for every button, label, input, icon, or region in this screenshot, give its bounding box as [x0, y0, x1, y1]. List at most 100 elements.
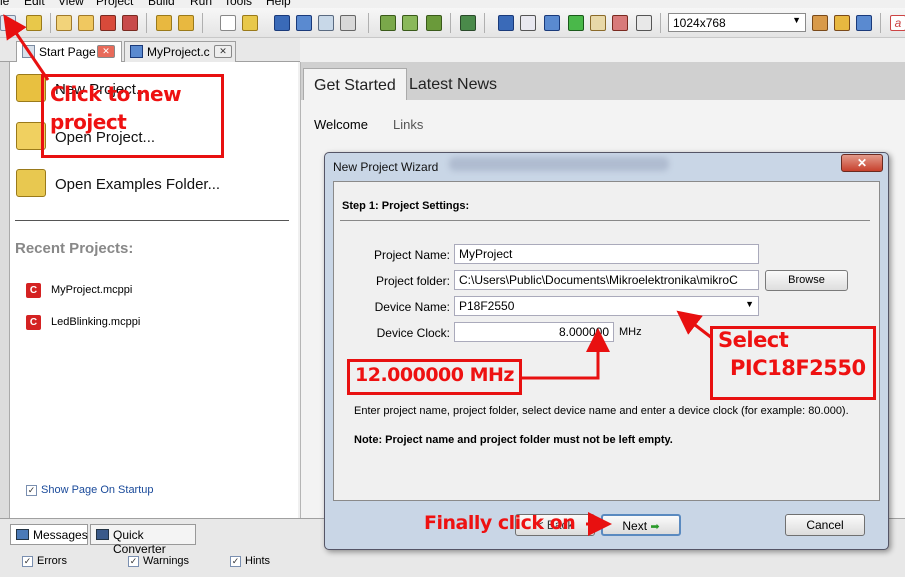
- tab-start-page[interactable]: Start Page ✕: [16, 41, 122, 62]
- main-toolbar: 1024x768 ▼ a: [0, 8, 905, 38]
- new-file-icon[interactable]: [0, 15, 16, 31]
- monitor-icon[interactable]: [498, 15, 514, 31]
- ascii-table-icon[interactable]: [544, 15, 560, 31]
- add-folder-icon[interactable]: [178, 15, 194, 31]
- instructions-text: Enter project name, project folder, sele…: [354, 405, 849, 417]
- show-on-startup-label: Show Page On Startup: [41, 484, 154, 496]
- project-name-input[interactable]: MyProject: [454, 244, 759, 264]
- subtab-welcome[interactable]: Welcome: [314, 117, 368, 132]
- checkbox[interactable]: ✓: [22, 555, 33, 567]
- tab-quick-converter[interactable]: Quick Converter: [90, 524, 196, 556]
- options-icon[interactable]: [636, 15, 652, 31]
- tab-label: Messages: [33, 528, 88, 542]
- annotation-select-line2: PIC18F2550: [730, 356, 866, 380]
- tab-latest-news[interactable]: Latest News: [399, 68, 507, 100]
- layout-load-icon[interactable]: [856, 15, 872, 31]
- filter-label: Warnings: [143, 555, 190, 567]
- layout-save-icon[interactable]: [834, 15, 850, 31]
- tab-get-started[interactable]: Get Started: [303, 68, 407, 100]
- device-name-label: Device Name:: [374, 300, 450, 314]
- edit-project-icon[interactable]: [78, 15, 94, 31]
- close-project-icon[interactable]: [100, 15, 116, 31]
- filter-label: Errors: [37, 555, 67, 567]
- build-all-icon[interactable]: [402, 15, 418, 31]
- menu-project[interactable]: Project: [96, 0, 133, 8]
- menu-bar: le Edit View Project Build Run Tools Hel…: [0, 0, 905, 8]
- add-file-icon[interactable]: [156, 15, 172, 31]
- page-icon: [22, 45, 35, 58]
- filter-hints[interactable]: ✓ Hints: [230, 555, 270, 567]
- toolbar-separator: [202, 13, 203, 33]
- resolution-select[interactable]: 1024x768 ▼: [668, 13, 806, 32]
- lcd-icon[interactable]: [568, 15, 584, 31]
- open-examples-label: Open Examples Folder...: [55, 176, 221, 193]
- tools-icon[interactable]: [590, 15, 606, 31]
- toolbar-separator: [450, 13, 451, 33]
- mikroc-project-icon: C: [26, 283, 41, 298]
- toolbar-separator: [660, 13, 661, 33]
- remove-icon[interactable]: [122, 15, 138, 31]
- left-side-dock: [0, 62, 10, 518]
- menu-file[interactable]: le: [0, 0, 9, 8]
- save-icon[interactable]: [274, 15, 290, 31]
- tab-label: Start Page: [39, 45, 96, 59]
- annotation-clock: 12.000000 MHz: [355, 364, 514, 386]
- new-unit-icon[interactable]: [220, 15, 236, 31]
- new-project-dropdown-icon[interactable]: [26, 15, 42, 31]
- toolbar-separator: [50, 13, 51, 33]
- programmer-icon[interactable]: [460, 15, 476, 31]
- arrow-right-icon: ➡: [650, 521, 660, 533]
- checkbox[interactable]: ✓: [128, 555, 139, 567]
- close-icon[interactable]: ✕: [97, 45, 115, 58]
- filter-errors[interactable]: ✓ Errors: [22, 555, 67, 567]
- clock-unit: MHz: [619, 326, 642, 338]
- toolbar-separator: [146, 13, 147, 33]
- show-on-startup-option[interactable]: ✓ Show Page On Startup: [26, 484, 154, 496]
- annotation-new-project-line1: Click to new: [50, 82, 182, 106]
- print-icon[interactable]: [340, 15, 356, 31]
- dialog-title: New Project Wizard: [333, 160, 439, 174]
- device-clock-input[interactable]: 8.000000: [454, 322, 614, 342]
- filter-warnings[interactable]: ✓ Warnings: [128, 555, 189, 567]
- step-divider: [340, 220, 870, 221]
- dialog-close-button[interactable]: ✕: [841, 154, 883, 172]
- font-icon[interactable]: a: [890, 15, 905, 31]
- menu-view[interactable]: View: [58, 0, 84, 8]
- close-icon[interactable]: ✕: [214, 45, 232, 58]
- menu-edit[interactable]: Edit: [24, 0, 45, 8]
- toolbar-separator: [484, 13, 485, 33]
- menu-run[interactable]: Run: [190, 0, 212, 8]
- open-dropdown-icon[interactable]: [242, 15, 258, 31]
- messages-icon: [16, 529, 29, 540]
- annotation-new-project-line2: project: [50, 110, 127, 134]
- next-button[interactable]: Next ➡: [601, 514, 681, 536]
- cancel-button[interactable]: Cancel: [785, 514, 865, 536]
- build-project-icon[interactable]: [426, 15, 442, 31]
- layout-icon[interactable]: [812, 15, 828, 31]
- device-name-select[interactable]: P18F2550 ▼: [454, 296, 759, 316]
- toolbar-separator: [880, 13, 881, 33]
- chevron-down-icon: ▼: [745, 299, 754, 309]
- blurred-caption: [449, 157, 669, 171]
- build-icon[interactable]: [380, 15, 396, 31]
- save-as-icon[interactable]: [318, 15, 334, 31]
- annotation-select-line1: Select: [718, 328, 789, 352]
- open-project-icon[interactable]: [56, 15, 72, 31]
- checkbox[interactable]: ✓: [26, 484, 37, 496]
- annotation-finally: Finally click on: [424, 512, 576, 534]
- device-clock-label: Device Clock:: [376, 326, 450, 340]
- save-all-icon[interactable]: [296, 15, 312, 31]
- divider: [15, 220, 289, 221]
- chart-icon[interactable]: [520, 15, 536, 31]
- checkbox[interactable]: ✓: [230, 555, 241, 567]
- usart-terminal-icon[interactable]: [612, 15, 628, 31]
- tab-messages[interactable]: Messages: [10, 524, 88, 545]
- tab-myproject[interactable]: MyProject.c ✕: [124, 41, 236, 62]
- menu-tools[interactable]: Tools: [224, 0, 252, 8]
- subtab-links[interactable]: Links: [393, 117, 423, 132]
- menu-build[interactable]: Build: [148, 0, 175, 8]
- tab-label: Quick Converter: [113, 528, 166, 556]
- menu-help[interactable]: Help: [266, 0, 291, 8]
- browse-button[interactable]: Browse: [765, 270, 848, 291]
- project-folder-input[interactable]: C:\Users\Public\Documents\Mikroelektroni…: [454, 270, 759, 290]
